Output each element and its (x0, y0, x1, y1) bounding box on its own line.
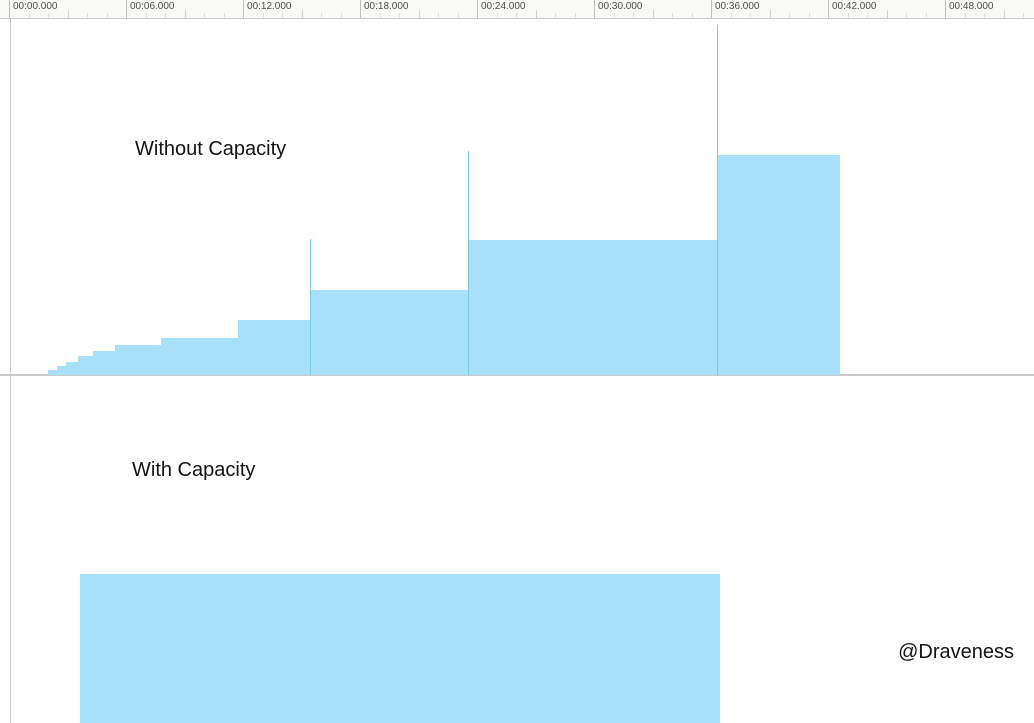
chart-bar (57, 366, 66, 375)
chart-without-capacity: Without Capacity (0, 18, 1034, 375)
ruler-label: 00:48.000 (949, 1, 994, 12)
ruler-minor-tick (770, 10, 771, 18)
chart-bar (66, 362, 78, 375)
chart-bar (80, 574, 720, 723)
ruler-major-tick: 00:00.000 (9, 0, 10, 18)
chart-with-capacity: With Capacity @Draveness (0, 375, 1034, 723)
watermark: @Draveness (898, 641, 1014, 664)
ruler-major-tick: 00:06.000 (126, 0, 127, 18)
chart-bar (161, 338, 238, 375)
ruler-major-tick: 00:42.000 (828, 0, 829, 18)
chart-bar (78, 356, 93, 375)
left-gutter (0, 19, 11, 375)
ruler-major-tick: 00:24.000 (477, 0, 478, 18)
chart-bar (115, 345, 161, 375)
chart-bar (468, 240, 717, 375)
chart-title-upper: Without Capacity (135, 138, 286, 161)
ruler-label: 00:06.000 (130, 1, 175, 12)
chart-bar (238, 320, 310, 375)
ruler-label: 00:12.000 (247, 1, 292, 12)
ruler-minor-tick (302, 10, 303, 18)
ruler-minor-tick (536, 10, 537, 18)
ruler-major-tick: 00:12.000 (243, 0, 244, 18)
ruler-minor-tick (653, 10, 654, 18)
ruler-major-tick: 00:18.000 (360, 0, 361, 18)
chart-bar (310, 290, 468, 375)
chart-spike (717, 25, 718, 375)
ruler-label: 00:42.000 (832, 1, 877, 12)
chart-bar (717, 155, 840, 375)
ruler-label: 00:30.000 (598, 1, 643, 12)
ruler-label: 00:36.000 (715, 1, 760, 12)
ruler-label: 00:24.000 (481, 1, 526, 12)
chart-spike (468, 151, 469, 375)
time-ruler: 00:00.000 00:06.000 00:12.000 00:18.000 00:2… (0, 0, 1034, 18)
ruler-major-tick: 00:48.000 (945, 0, 946, 18)
ruler-major-tick: 00:36.000 (711, 0, 712, 18)
chart-title-lower: With Capacity (132, 459, 255, 482)
ruler-label: 00:18.000 (364, 1, 409, 12)
ruler-label: 00:00.000 (13, 1, 58, 12)
ruler-major-tick: 00:30.000 (594, 0, 595, 18)
chart-spike (310, 239, 311, 375)
left-gutter (0, 376, 11, 723)
ruler-minor-tick (887, 10, 888, 18)
ruler-minor-tick (185, 10, 186, 18)
ruler-minor-tick (1004, 10, 1005, 18)
ruler-minor-tick (68, 10, 69, 18)
ruler-minor-tick (419, 10, 420, 18)
chart-bar (93, 351, 115, 375)
